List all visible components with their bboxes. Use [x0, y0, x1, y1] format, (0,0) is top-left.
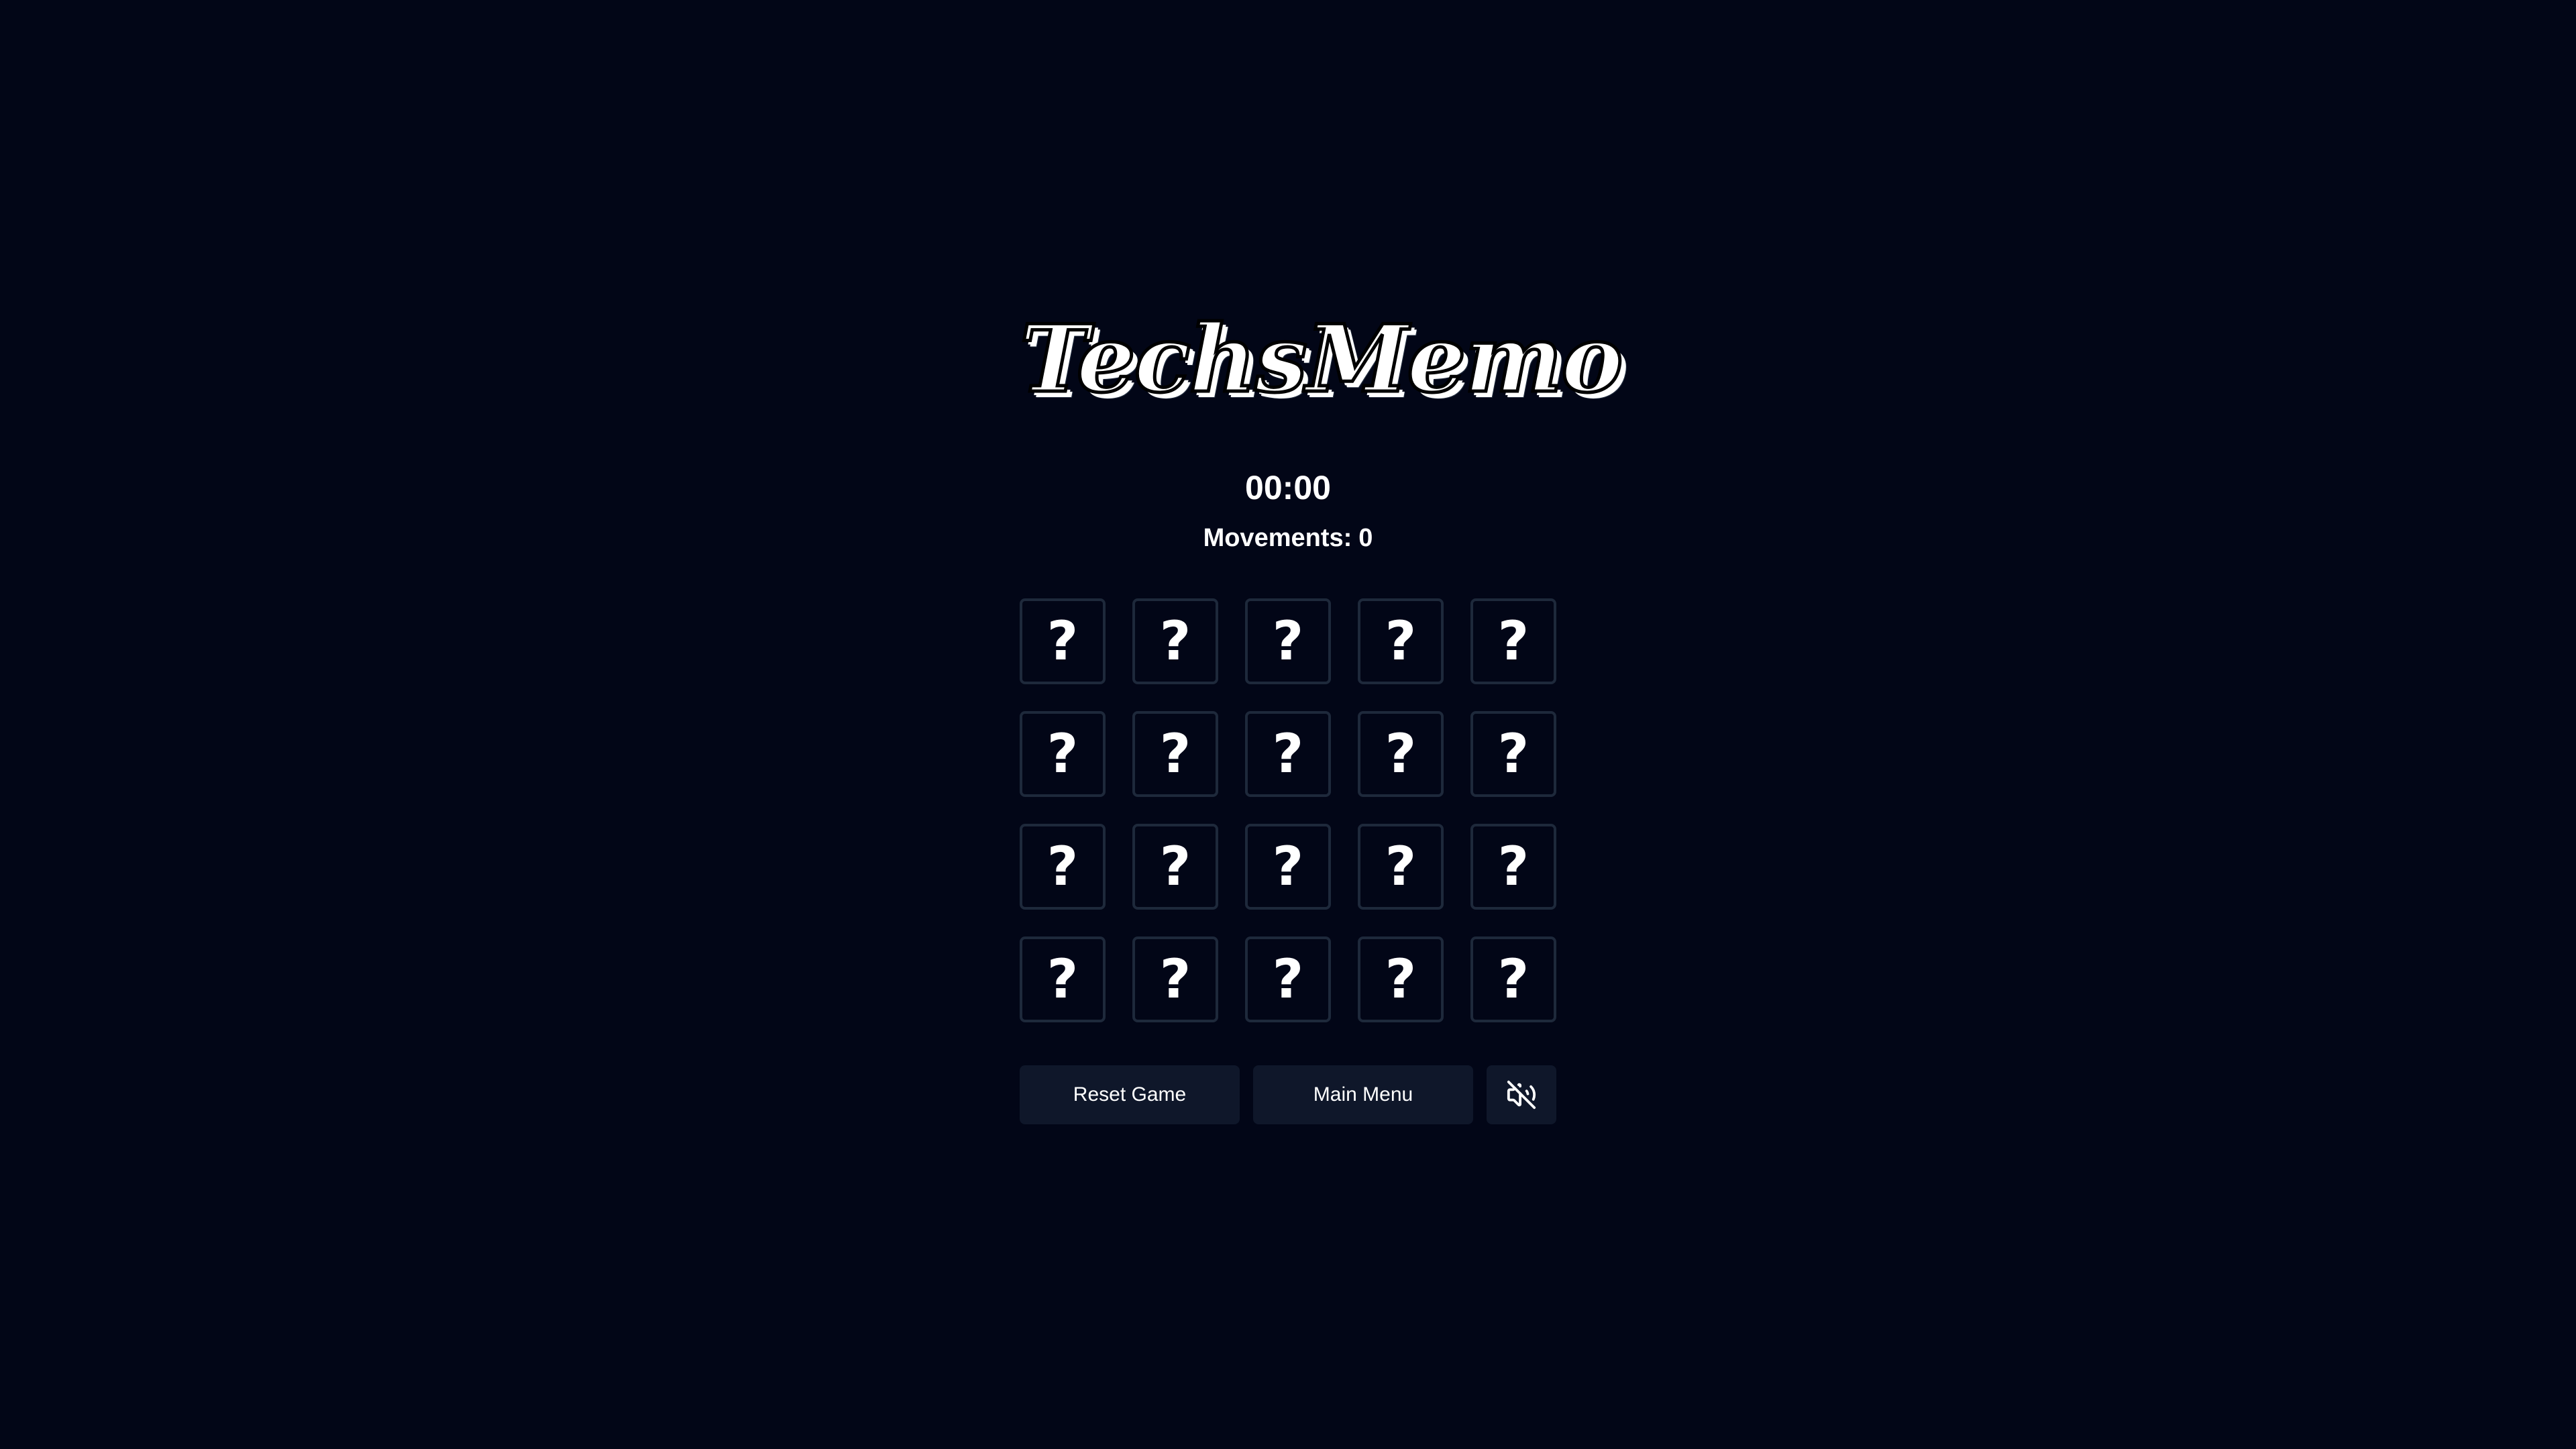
- memory-card[interactable]: ?: [1358, 711, 1444, 797]
- memory-card[interactable]: ?: [1245, 936, 1331, 1022]
- card-hidden-symbol: ?: [1159, 948, 1191, 1010]
- sound-toggle-button[interactable]: [1487, 1065, 1556, 1124]
- timer: 00:00: [1245, 469, 1331, 506]
- memory-card[interactable]: ?: [1020, 711, 1106, 797]
- memory-card[interactable]: ?: [1358, 598, 1444, 684]
- card-hidden-symbol: ?: [1272, 948, 1304, 1010]
- movements-value: 0: [1358, 524, 1373, 552]
- card-hidden-symbol: ?: [1497, 948, 1529, 1010]
- movements-counter: Movements: 0: [1087, 518, 1489, 558]
- card-hidden-symbol: ?: [1385, 948, 1417, 1010]
- memory-card[interactable]: ?: [1245, 711, 1331, 797]
- card-hidden-symbol: ?: [1159, 722, 1191, 785]
- card-hidden-symbol: ?: [1046, 835, 1079, 898]
- memory-card[interactable]: ?: [1470, 711, 1556, 797]
- game-controls: Reset Game Main Menu: [1020, 1065, 1556, 1124]
- card-hidden-symbol: ?: [1385, 835, 1417, 898]
- card-hidden-symbol: ?: [1497, 610, 1529, 672]
- reset-game-button[interactable]: Reset Game: [1020, 1065, 1240, 1124]
- memory-card[interactable]: ?: [1470, 598, 1556, 684]
- card-hidden-symbol: ?: [1272, 835, 1304, 898]
- app-logo: TechsMemo: [1018, 303, 1625, 414]
- card-hidden-symbol: ?: [1385, 722, 1417, 785]
- memory-card[interactable]: ?: [1020, 936, 1106, 1022]
- memory-card[interactable]: ?: [1132, 936, 1218, 1022]
- card-grid: ????????????????????: [1020, 598, 1556, 1022]
- memory-card[interactable]: ?: [1358, 936, 1444, 1022]
- memory-card[interactable]: ?: [1358, 824, 1444, 910]
- memory-card[interactable]: ?: [1020, 598, 1106, 684]
- card-hidden-symbol: ?: [1497, 835, 1529, 898]
- memory-card[interactable]: ?: [1245, 598, 1331, 684]
- card-hidden-symbol: ?: [1046, 722, 1079, 785]
- memory-card[interactable]: ?: [1470, 936, 1556, 1022]
- memory-card[interactable]: ?: [1245, 824, 1331, 910]
- memory-card[interactable]: ?: [1470, 824, 1556, 910]
- card-hidden-symbol: ?: [1159, 610, 1191, 672]
- memory-card[interactable]: ?: [1132, 824, 1218, 910]
- speaker-muted-icon: [1507, 1080, 1536, 1110]
- card-hidden-symbol: ?: [1497, 722, 1529, 785]
- movements-label: Movements:: [1203, 524, 1352, 552]
- card-hidden-symbol: ?: [1046, 948, 1079, 1010]
- game-screen: TechsMemo 00:00 Movements: 0 ????????????…: [0, 0, 2576, 1449]
- card-hidden-symbol: ?: [1159, 835, 1191, 898]
- memory-card[interactable]: ?: [1020, 824, 1106, 910]
- card-hidden-symbol: ?: [1272, 722, 1304, 785]
- card-hidden-symbol: ?: [1272, 610, 1304, 672]
- memory-card[interactable]: ?: [1132, 598, 1218, 684]
- main-menu-button[interactable]: Main Menu: [1253, 1065, 1473, 1124]
- card-hidden-symbol: ?: [1046, 610, 1079, 672]
- card-hidden-symbol: ?: [1385, 610, 1417, 672]
- memory-card[interactable]: ?: [1132, 711, 1218, 797]
